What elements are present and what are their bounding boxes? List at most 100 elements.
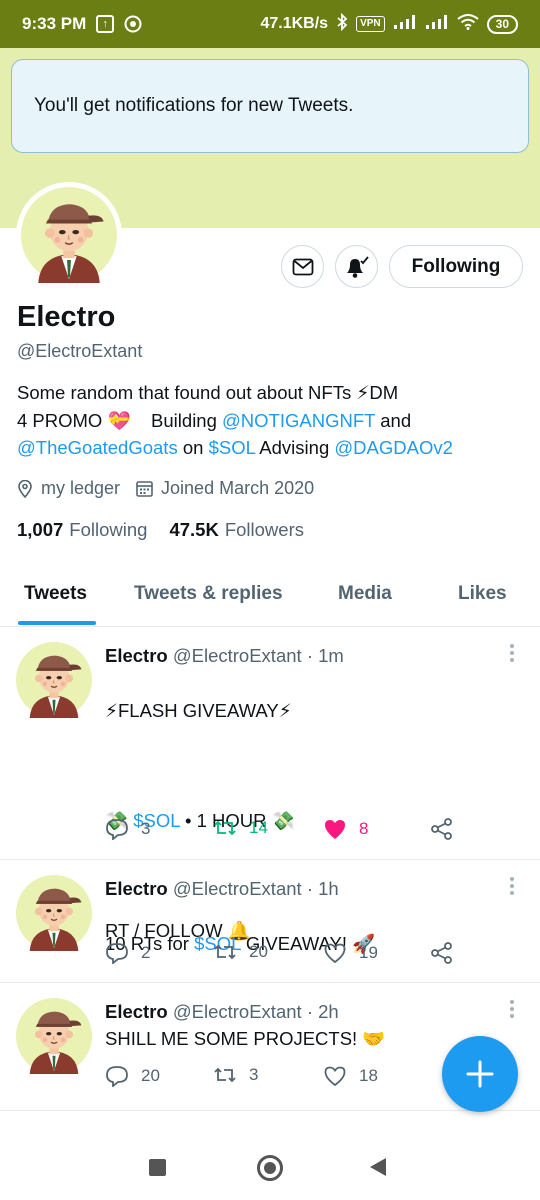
location-text: my ledger <box>41 478 121 498</box>
tweet-header: Electro @ElectroExtant · 1h <box>105 878 339 900</box>
avatar <box>20 186 118 284</box>
retweet-icon <box>214 1067 236 1083</box>
tweet-time: · 2h <box>306 1001 339 1022</box>
home-button[interactable] <box>257 1155 283 1181</box>
upload-icon: ↑ <box>96 15 115 33</box>
tweet-actions: 20 3 18 <box>105 1065 465 1091</box>
followers-count[interactable]: 47.5K Followers <box>169 519 304 541</box>
toast-text: You'll get notifications for new Tweets. <box>34 95 354 116</box>
tweet[interactable]: Electro @ElectroExtant · 1h 10 RTs for $… <box>0 860 540 983</box>
profile-stats: 1,007 Following 47.5K Followers <box>17 519 326 541</box>
tweet-time: · 1h <box>306 878 339 899</box>
tab-tweets[interactable]: Tweets <box>24 583 87 605</box>
like-button[interactable]: 19 <box>323 942 378 964</box>
retweet-button[interactable]: 3 <box>213 1065 258 1085</box>
profile-tabs: Tweets Tweets & replies Media Likes <box>0 565 540 627</box>
bio-text: and <box>375 409 412 431</box>
signal-icon-2 <box>425 14 449 35</box>
bell-check-icon <box>346 255 369 278</box>
tab-tweets-replies[interactable]: Tweets & replies <box>134 583 283 605</box>
bluetooth-icon <box>336 12 348 36</box>
tweet-author-handle: @ElectroExtant <box>172 645 302 666</box>
network-speed: 47.1KB/s <box>260 15 329 32</box>
reply-icon <box>106 819 128 840</box>
reply-button[interactable]: 3 <box>105 818 150 840</box>
tab-media[interactable]: Media <box>338 583 392 605</box>
envelope-icon <box>292 258 313 275</box>
bio-text: 4 PROMO 💝 Building <box>17 409 223 431</box>
reply-button[interactable]: 20 <box>105 1065 160 1087</box>
share-button[interactable] <box>431 818 453 840</box>
share-icon <box>431 818 452 840</box>
like-button[interactable]: 8 <box>323 818 368 840</box>
wifi-icon <box>457 13 479 35</box>
bio-link-notigang[interactable]: @NOTIGANGNFT <box>222 410 375 431</box>
more-options-icon[interactable] <box>510 1000 516 1021</box>
clock: 9:33 PM <box>22 14 87 33</box>
back-button[interactable] <box>370 1158 386 1176</box>
message-button[interactable] <box>281 245 324 288</box>
notifications-button[interactable] <box>335 245 378 288</box>
heart-icon <box>324 943 346 964</box>
heart-icon <box>325 820 345 839</box>
heart-icon <box>324 1066 346 1087</box>
active-tab-indicator <box>18 621 96 625</box>
joined-text: Joined March 2020 <box>161 478 315 498</box>
notification-toast: You'll get notifications for new Tweets. <box>11 59 529 153</box>
compose-tweet-button[interactable] <box>442 1036 518 1112</box>
following-button[interactable]: Following <box>389 245 523 288</box>
avatar[interactable] <box>16 642 92 718</box>
signal-icon <box>393 14 417 35</box>
location-pin-icon <box>18 479 32 498</box>
profile-handle: @ElectroExtant <box>17 341 143 361</box>
tweet-line: ⚡FLASH GIVEAWAY⚡ <box>105 699 292 721</box>
bio-link-goatedgoats[interactable]: @TheGoatedGoats <box>17 437 178 458</box>
tweet-author-name: Electro <box>105 645 168 666</box>
profile-bio: Some random that found out about NFTs ⚡D… <box>17 379 517 462</box>
more-options-icon[interactable] <box>510 877 516 898</box>
tweet-actions: 2 20 19 <box>105 942 465 968</box>
tweet-author-handle: @ElectroExtant <box>172 1001 302 1022</box>
share-icon <box>431 942 452 964</box>
retweet-icon <box>214 944 236 960</box>
share-button[interactable] <box>431 942 453 964</box>
avatar[interactable] <box>16 875 92 951</box>
bio-line1: Some random that found out about NFTs ⚡D… <box>17 382 399 403</box>
profile-joined: Joined March 2020 <box>136 478 314 499</box>
retweet-button[interactable]: 14 <box>213 818 268 838</box>
calendar-icon <box>136 481 153 497</box>
tweet-header: Electro @ElectroExtant · 1m <box>105 645 344 667</box>
bio-text: Advising <box>255 437 335 458</box>
tweet[interactable]: Electro @ElectroExtant · 1m ⚡FLASH GIVEA… <box>0 627 540 941</box>
tweet-text: SHILL ME SOME PROJECTS! 🤝 <box>105 1028 386 1049</box>
avatar[interactable] <box>16 998 92 1074</box>
bio-link-sol[interactable]: $SOL <box>209 437 256 458</box>
profile-name: Electro <box>17 301 116 333</box>
reply-icon <box>106 943 128 964</box>
tweet-author-name: Electro <box>105 878 168 899</box>
retweet-icon <box>214 820 236 836</box>
tweet-time: · 1m <box>306 645 344 666</box>
like-button[interactable]: 18 <box>323 1065 378 1087</box>
bio-text: on <box>177 437 209 458</box>
tweet-author-name: Electro <box>105 1001 168 1022</box>
battery-icon: 30 <box>486 14 518 34</box>
tab-likes[interactable]: Likes <box>458 583 507 605</box>
recents-button[interactable] <box>149 1159 166 1176</box>
reply-icon <box>106 1066 128 1087</box>
profile-location: my ledger <box>17 478 120 499</box>
more-options-icon[interactable] <box>510 644 516 665</box>
plus-icon <box>466 1060 494 1088</box>
reply-button[interactable]: 2 <box>105 942 150 964</box>
tweet-author-handle: @ElectroExtant <box>172 878 302 899</box>
retweet-button[interactable]: 20 <box>213 942 268 962</box>
system-nav-bar <box>0 1136 540 1200</box>
bio-link-dagdao[interactable]: @DAGDAOv2 <box>334 437 453 458</box>
tweet-actions: 3 14 8 <box>105 818 465 844</box>
profile-avatar[interactable] <box>16 182 122 288</box>
following-count[interactable]: 1,007 Following <box>17 519 147 541</box>
vpn-badge: VPN <box>356 16 385 32</box>
status-bar: 9:33 PM ↑ 47.1KB/s VPN 30 <box>0 0 540 48</box>
tweet-header: Electro @ElectroExtant · 2h <box>105 1001 339 1023</box>
whatsapp-icon <box>124 15 142 33</box>
